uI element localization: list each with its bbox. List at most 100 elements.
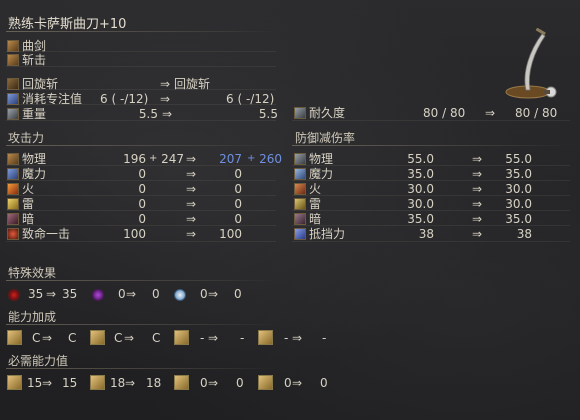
- fire-defense-icon: [294, 183, 306, 195]
- attack-type-icon: [7, 54, 19, 66]
- dexterity-icon: [90, 375, 105, 390]
- scaling-arrow: ⇒: [124, 331, 135, 345]
- attack-value-a: 196: [123, 152, 146, 166]
- defense-arrow: ⇒: [472, 182, 483, 196]
- weight-label: 重量: [22, 107, 47, 121]
- weapon-name: 熟练卡萨斯曲刀+10: [8, 17, 127, 32]
- row-divider: [292, 241, 570, 242]
- faith-icon: [258, 375, 273, 390]
- defense-label: 暗: [309, 212, 322, 226]
- defense-label: 抵挡力: [309, 227, 346, 241]
- defense-label: 火: [309, 182, 322, 196]
- defense-value-a: 35.0: [407, 212, 434, 226]
- row-divider: [6, 241, 276, 242]
- attack-label: 物理: [22, 152, 47, 166]
- requirements-header: 必需能力值: [8, 354, 69, 368]
- effect-value-a: 0: [118, 287, 126, 301]
- scaling-header: 能力加成: [8, 310, 57, 324]
- strength-icon: [7, 375, 22, 390]
- scaling-value-a: -: [284, 331, 289, 345]
- effects-header-divider: [6, 280, 276, 281]
- dexterity-icon: [90, 330, 105, 345]
- durability-current: 80 / 80: [423, 106, 466, 120]
- attack-arrow: ⇒: [186, 212, 197, 226]
- bleed-icon: [8, 289, 20, 301]
- defense-value-b: 55.0: [505, 152, 532, 166]
- durability-label: 耐久度: [309, 106, 346, 120]
- requirement-arrow: ⇒: [208, 376, 219, 390]
- defense-value-a: 35.0: [407, 167, 434, 181]
- defense-arrow: ⇒: [472, 152, 483, 166]
- defense-value-b: 30.0: [505, 182, 532, 196]
- attack-arrow: ⇒: [186, 197, 197, 211]
- weapon-image: [505, 28, 557, 99]
- scaling-value-b: -: [240, 331, 245, 345]
- durability-new: 80 / 80: [515, 106, 558, 120]
- dark-attack-icon: [7, 213, 19, 225]
- effects-header: 特殊效果: [8, 266, 57, 280]
- requirement-value-a: 15: [27, 376, 43, 390]
- attack-type: 斩击: [22, 53, 47, 67]
- scaling-header-divider: [6, 324, 276, 325]
- intelligence-icon: [174, 330, 189, 345]
- weight-icon: [7, 108, 19, 120]
- attack-label: 暗: [22, 212, 35, 226]
- scaling-value-b: -: [322, 331, 327, 345]
- requirement-arrow: ⇒: [42, 376, 53, 390]
- defense-arrow: ⇒: [472, 167, 483, 181]
- effect-value-a: 35: [28, 287, 44, 301]
- row-divider: [6, 51, 276, 52]
- attack-arrow: ⇒: [186, 227, 197, 241]
- attack-arrow: ⇒: [186, 152, 197, 166]
- scaling-arrow: ⇒: [208, 331, 219, 345]
- row-divider: [292, 120, 570, 121]
- scaling-value-b: C: [152, 331, 161, 345]
- attack-arrow: ⇒: [186, 182, 197, 196]
- magic-attack-icon: [7, 168, 19, 180]
- scaling-value-b: C: [68, 331, 77, 345]
- defense-value-a: 30.0: [407, 197, 434, 211]
- attack-label: 雷: [22, 197, 35, 211]
- requirement-value-a: 0: [200, 376, 208, 390]
- requirement-value-a: 0: [284, 376, 292, 390]
- stability-icon: [294, 228, 306, 240]
- attack-value-c: 100: [219, 227, 242, 241]
- row-divider: [6, 225, 276, 226]
- row-divider: [292, 180, 570, 181]
- poison-icon: [92, 289, 104, 301]
- row-divider: [6, 89, 276, 90]
- row-divider: [6, 210, 276, 211]
- row-divider: [292, 210, 570, 211]
- row-divider: [6, 104, 276, 105]
- attack-value-a: 100: [123, 227, 146, 241]
- defense-header: 防御减伤率: [295, 131, 356, 145]
- frost-icon: [174, 289, 186, 301]
- attack-value-a: 0: [138, 167, 146, 181]
- scaling-arrow: ⇒: [292, 331, 303, 345]
- weight-arrow: ⇒: [162, 107, 173, 121]
- attack-value-c: 0: [234, 167, 242, 181]
- row-divider: [6, 195, 276, 196]
- row-divider: [292, 165, 570, 166]
- defense-label: 物理: [309, 152, 334, 166]
- row-divider: [6, 120, 276, 121]
- weapon-detail-screen: { "weapon": { "name": "熟练卡萨斯曲刀+10", "typ…: [0, 0, 580, 420]
- defense-arrow: ⇒: [472, 227, 483, 241]
- attack-value-b: 247: [161, 152, 184, 166]
- defense-label: 魔力: [309, 167, 334, 181]
- dark-defense-icon: [294, 213, 306, 225]
- intelligence-icon: [174, 375, 189, 390]
- scaling-value-a: C: [32, 331, 41, 345]
- attack-value-a: 0: [138, 197, 146, 211]
- attack-value-a: 0: [138, 212, 146, 226]
- requirement-value-b: 0: [236, 376, 244, 390]
- requirement-arrow: ⇒: [125, 376, 136, 390]
- lightning-defense-icon: [294, 198, 306, 210]
- durability-icon: [294, 107, 306, 119]
- physical-defense-icon: [294, 153, 306, 165]
- scaling-value-a: -: [200, 331, 205, 345]
- fire-attack-icon: [7, 183, 19, 195]
- defense-value-b: 35.0: [505, 167, 532, 181]
- lightning-attack-icon: [7, 198, 19, 210]
- critical-attack-icon: [7, 228, 19, 240]
